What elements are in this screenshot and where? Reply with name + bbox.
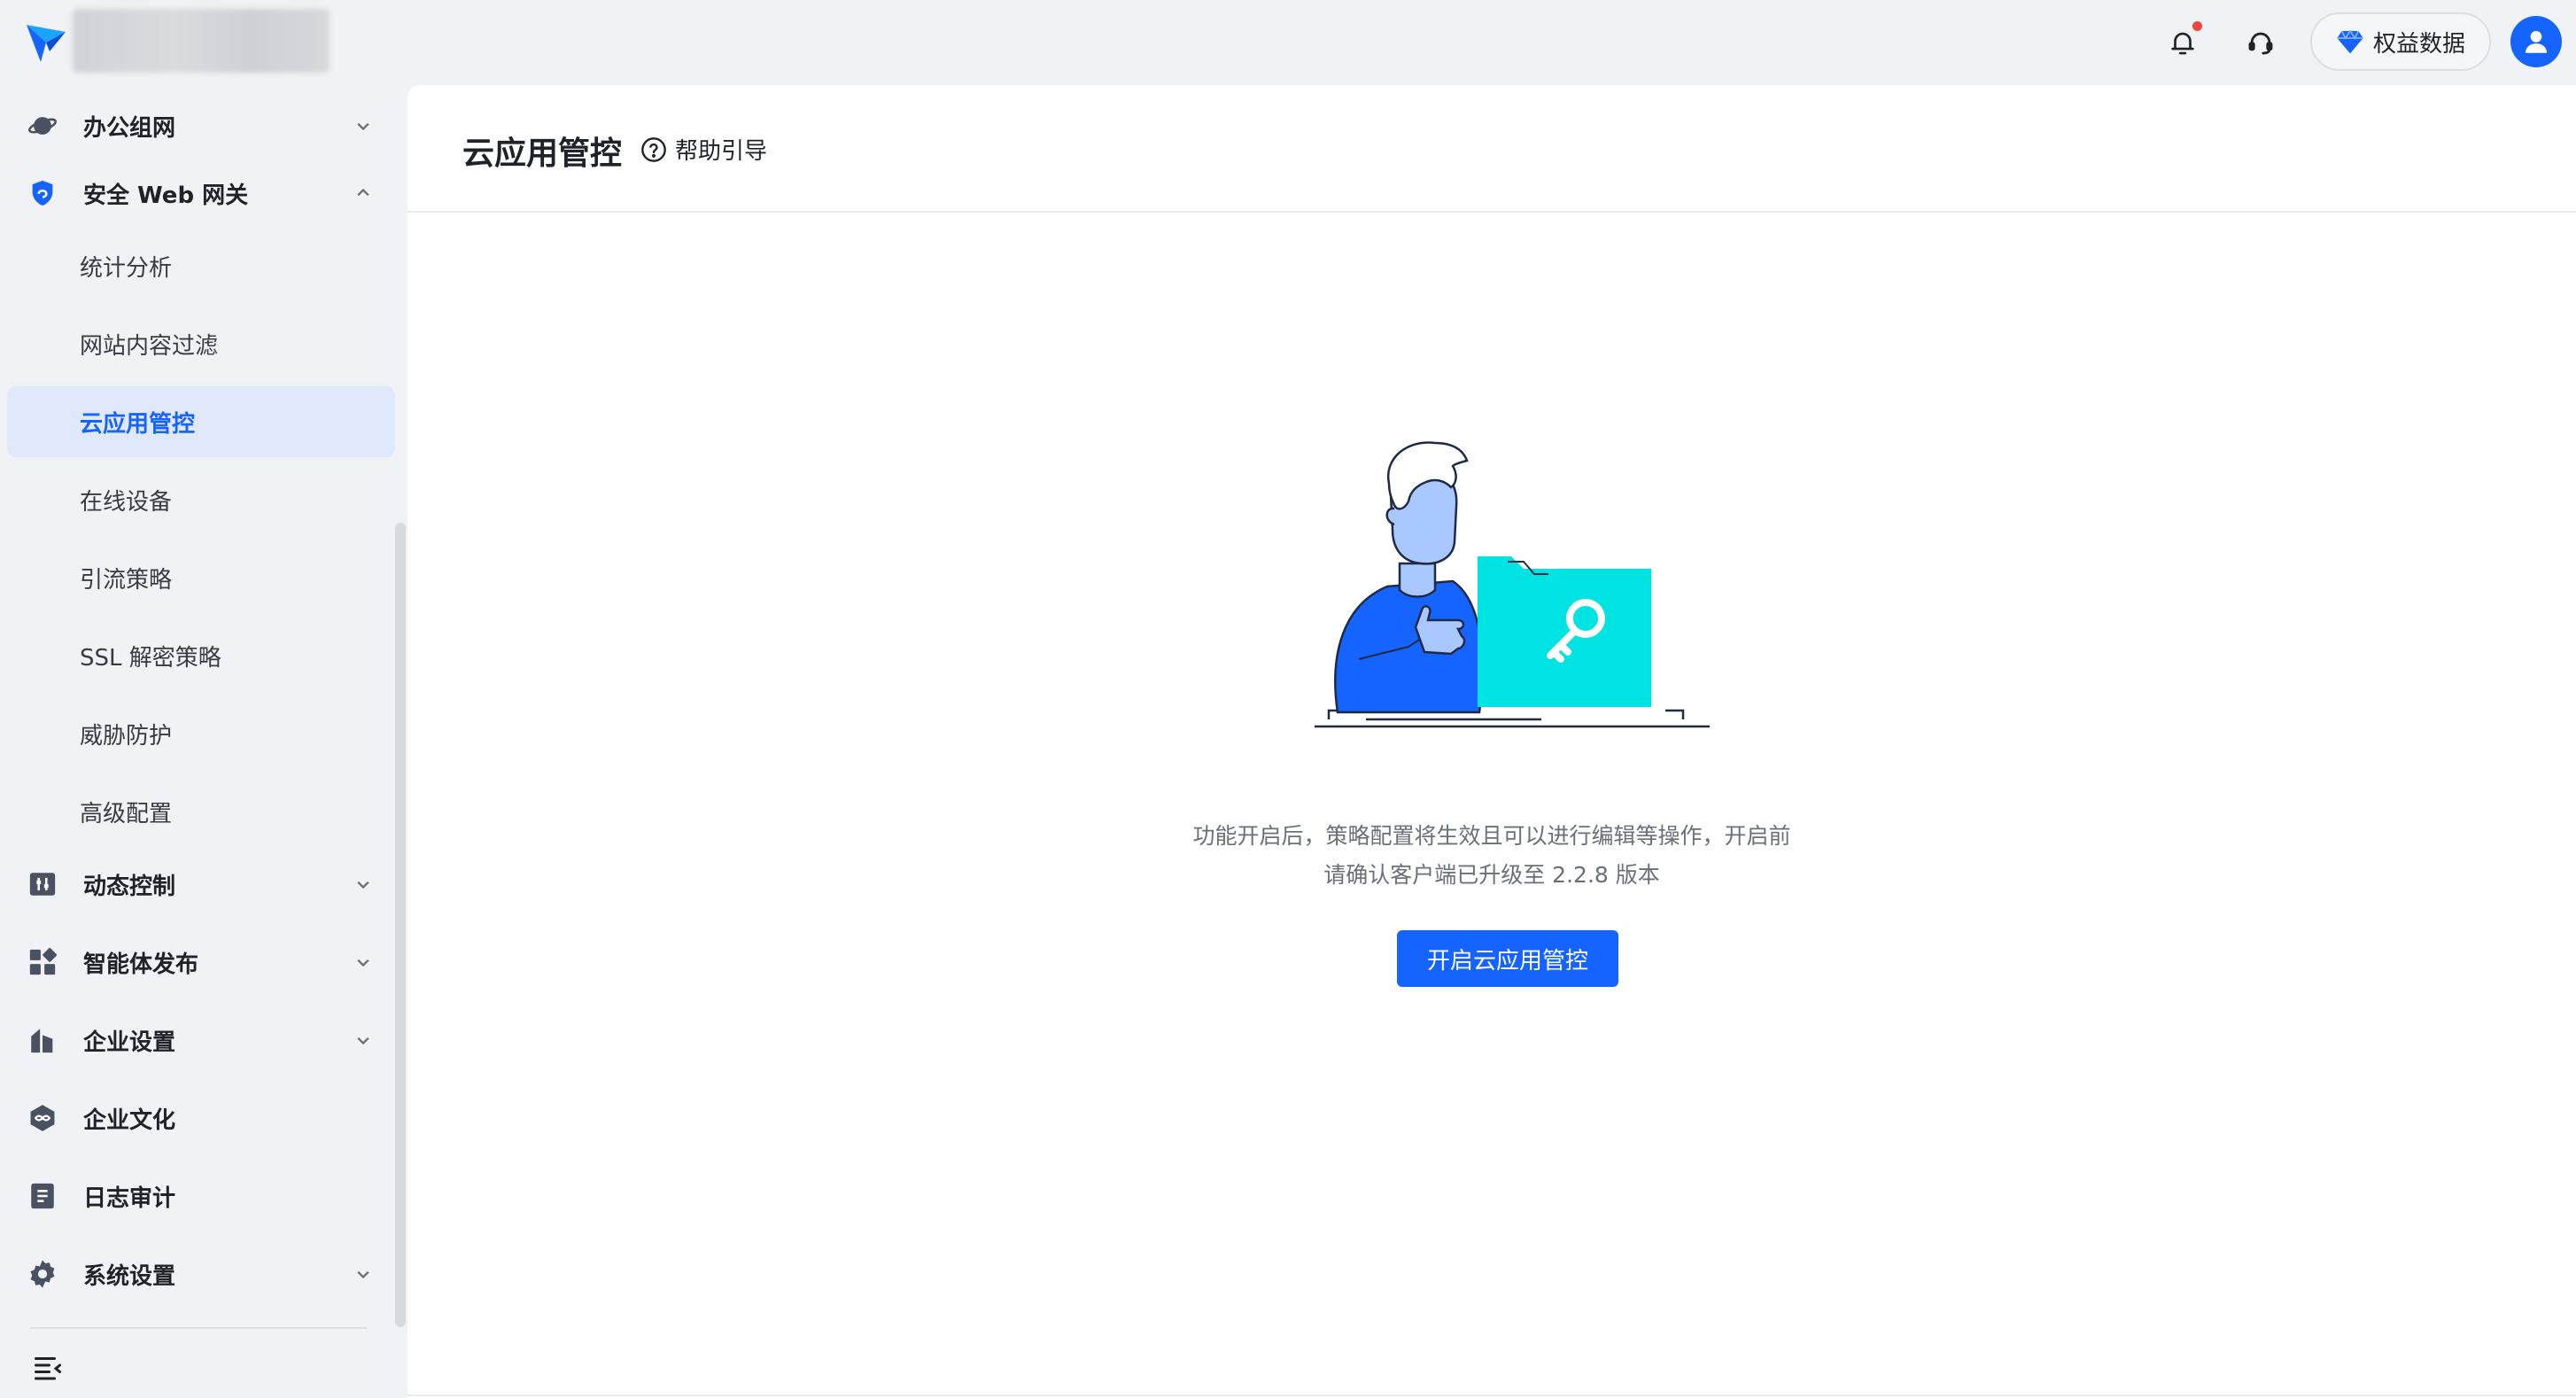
gear-icon — [27, 1258, 58, 1290]
sidebar-item-dynamic-control[interactable]: 动态控制 — [7, 849, 395, 920]
sidebar-subitem-statistics[interactable]: 统计分析 — [7, 230, 395, 301]
control-panel-icon — [27, 868, 58, 900]
headset-icon — [2248, 32, 2273, 55]
page-header: 云应用管控 帮助引导 — [407, 85, 2576, 213]
sidebar-subitem-ssl-decryption[interactable]: SSL 解密策略 — [7, 620, 395, 691]
sidebar-divider — [30, 1327, 367, 1329]
sidebar-scrollbar[interactable] — [395, 523, 406, 1327]
shield-icon — [27, 177, 58, 209]
sidebar-item-label: 动态控制 — [83, 873, 176, 900]
description-line: 功能开启后，策略配置将生效且可以进行编辑等操作，开启前 — [1192, 823, 1791, 849]
chevron-down-icon — [357, 122, 369, 131]
sidebar-item-label: 引流策略 — [80, 566, 173, 594]
bottom-divider — [407, 1394, 2576, 1396]
sidebar-subitem-web-content-filter[interactable]: 网站内容过滤 — [7, 308, 395, 379]
top-bar: 权益数据 — [0, 0, 2576, 85]
sidebar-item-label: 在线设备 — [80, 488, 173, 516]
support-button[interactable] — [2236, 18, 2285, 67]
description-line: 请确认客户端已升级至 2.2.8 版本 — [1323, 862, 1660, 888]
empty-state-illustration — [1315, 441, 1710, 728]
sidebar-item-label: 企业设置 — [83, 1029, 176, 1056]
sidebar-item-system-settings[interactable]: 系统设置 — [7, 1239, 395, 1309]
benefit-data-label: 权益数据 — [2372, 30, 2465, 58]
sidebar-item-label: 网站内容过滤 — [80, 332, 219, 360]
chevron-down-icon — [357, 881, 369, 889]
sidebar-item-label: 企业文化 — [83, 1107, 176, 1134]
apps-grid-icon — [27, 946, 58, 978]
app-logo-icon[interactable] — [23, 19, 69, 66]
chevron-down-icon — [357, 959, 369, 967]
sidebar-item-label: SSL 解密策略 — [80, 644, 221, 672]
sidebar-item-agent-publish[interactable]: 智能体发布 — [7, 927, 395, 998]
notification-dot — [2192, 21, 2202, 31]
help-circle-icon — [641, 136, 666, 162]
sidebar-item-secure-web-gateway[interactable]: 安全 Web 网关 — [7, 158, 395, 229]
help-guide-link[interactable]: 帮助引导 — [640, 133, 767, 166]
sidebar-subitem-threat-protection[interactable]: 威胁防护 — [7, 698, 395, 769]
chevron-up-icon — [357, 188, 369, 197]
culture-hexagon-icon — [27, 1102, 58, 1134]
notification-button[interactable] — [2158, 18, 2207, 67]
bell-icon — [2171, 32, 2194, 55]
user-avatar[interactable] — [2510, 16, 2562, 67]
sidebar-item-label: 统计分析 — [80, 254, 173, 282]
enable-cloud-app-control-button[interactable]: 开启云应用管控 — [1397, 930, 1618, 987]
collapse-sidebar-icon[interactable] — [32, 1352, 64, 1384]
page-title: 云应用管控 — [462, 136, 623, 172]
building-icon — [27, 1024, 58, 1056]
sidebar-subitem-cloud-app-control[interactable]: 云应用管控 — [7, 386, 395, 457]
sidebar-item-label: 办公组网 — [83, 114, 176, 142]
sidebar-item-label: 云应用管控 — [80, 410, 196, 438]
help-guide-label: 帮助引导 — [675, 138, 768, 165]
sidebar: 办公组网 安全 Web 网关 统计分析 网站内容过滤 云应用管控 在线设备 引流… — [0, 85, 407, 1398]
sidebar-item-label: 安全 Web 网关 — [83, 182, 249, 209]
diamond-icon — [2337, 29, 2363, 54]
sidebar-item-label: 系统设置 — [83, 1262, 176, 1290]
sidebar-item-enterprise-settings[interactable]: 企业设置 — [7, 1005, 395, 1076]
sidebar-item-label: 高级配置 — [80, 800, 173, 827]
user-icon — [2525, 30, 2548, 53]
feature-description: 功能开启后，策略配置将生效且可以进行编辑等操作，开启前 请确认客户端已升级至 2… — [407, 817, 2576, 895]
main-content: 云应用管控 帮助引导 功能开启后，策略配置将生效且可以进行编辑等操作，开启前 请… — [407, 85, 2576, 1398]
sidebar-item-enterprise-culture[interactable]: 企业文化 — [7, 1083, 395, 1153]
chevron-down-icon — [357, 1037, 369, 1045]
sidebar-item-office-network[interactable]: 办公组网 — [7, 90, 395, 161]
benefit-data-button[interactable]: 权益数据 — [2310, 12, 2491, 71]
sidebar-item-label: 威胁防护 — [80, 722, 173, 749]
log-document-icon — [27, 1180, 58, 1212]
sidebar-subitem-traffic-steering[interactable]: 引流策略 — [7, 542, 395, 613]
sidebar-subitem-online-devices[interactable]: 在线设备 — [7, 464, 395, 535]
sidebar-item-log-audit[interactable]: 日志审计 — [7, 1161, 395, 1231]
sidebar-item-label: 日志审计 — [83, 1184, 176, 1212]
sidebar-subitem-advanced-config[interactable]: 高级配置 — [7, 776, 395, 847]
org-name-redacted — [73, 9, 330, 73]
planet-icon — [27, 110, 58, 142]
chevron-down-icon — [357, 1270, 369, 1279]
sidebar-item-label: 智能体发布 — [83, 951, 199, 978]
